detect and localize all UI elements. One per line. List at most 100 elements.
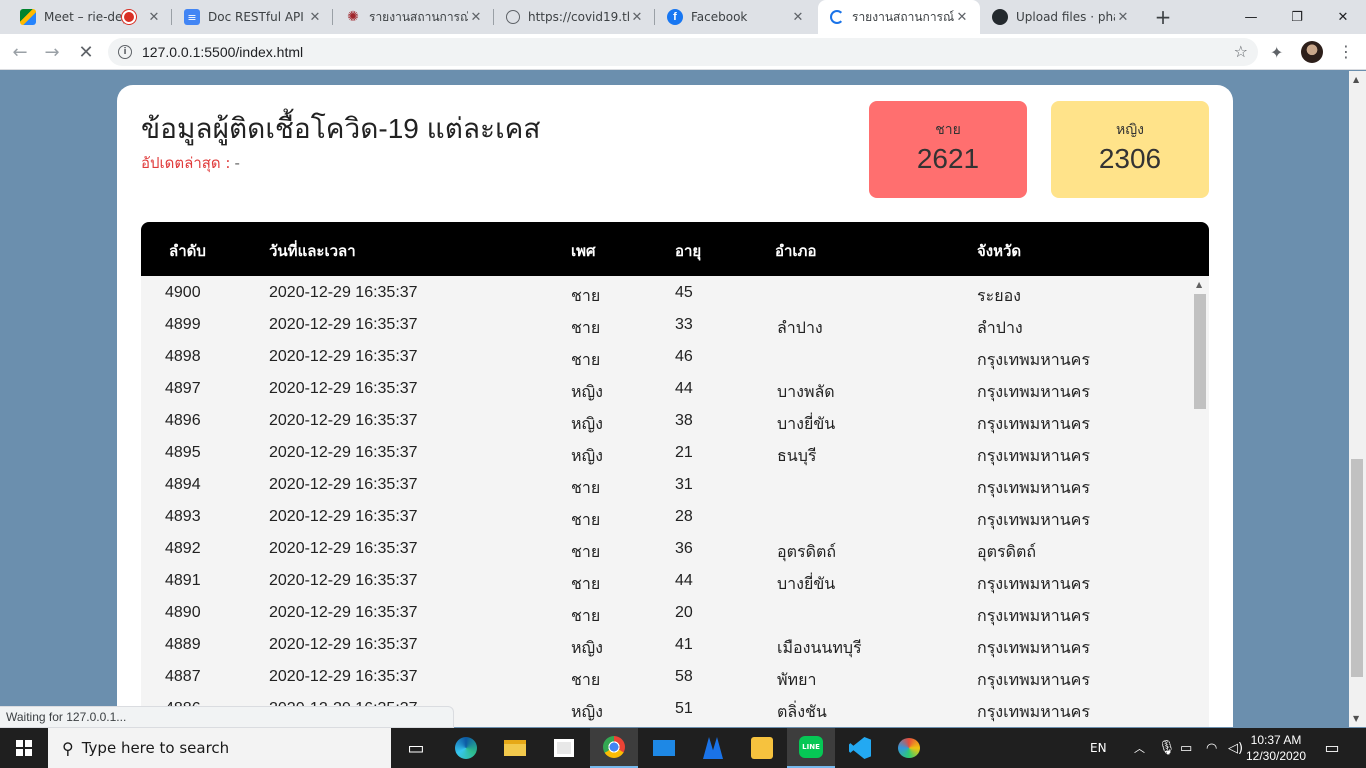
table-scrollbar[interactable]: ▲ ▼: [1191, 276, 1209, 727]
cell-datetime: 2020-12-29 16:35:37: [269, 380, 418, 397]
scroll-up-arrow-icon[interactable]: ▲: [1196, 280, 1202, 289]
cell-province: ลำปาง: [977, 320, 1023, 337]
page-scroll-thumb[interactable]: [1351, 459, 1363, 677]
file-explorer-icon[interactable]: [491, 728, 539, 768]
close-tab-icon[interactable]: ✕: [790, 10, 806, 25]
close-tab-icon[interactable]: ✕: [1115, 10, 1131, 25]
minimize-button[interactable]: —: [1228, 0, 1274, 34]
cell-district: ธนบุรี: [777, 448, 817, 465]
close-tab-icon[interactable]: ✕: [629, 10, 645, 25]
cell-district: อุตรดิตถ์: [777, 544, 837, 561]
microphone-icon[interactable]: 🎙: [1158, 728, 1176, 768]
maximize-button[interactable]: ❐: [1274, 0, 1320, 34]
cell-sex: หญิง: [571, 640, 603, 657]
search-placeholder: Type here to search: [81, 739, 230, 757]
taskbar-search[interactable]: ⚲ Type here to search: [48, 728, 391, 768]
loading-spinner-icon: [830, 10, 844, 24]
table-row: 4898 2020-12-29 16:35:37 ชาย 46 กรุงเทพมหานค…: [141, 340, 1191, 372]
table-row: 4892 2020-12-29 16:35:37 ชาย 36 อุตรดิตถ์ อุต…: [141, 532, 1191, 564]
cell-age: 38: [675, 412, 693, 429]
close-tab-icon[interactable]: ✕: [954, 10, 970, 25]
tab-meet[interactable]: Meet – rie-dep ✕: [8, 0, 172, 34]
tab-doc-restful[interactable]: ≡ Doc RESTful API - ✕: [172, 0, 333, 34]
close-tab-icon[interactable]: ✕: [307, 10, 323, 25]
cell-datetime: 2020-12-29 16:35:37: [269, 636, 418, 653]
paint-icon[interactable]: [885, 728, 933, 768]
close-window-button[interactable]: ✕: [1320, 0, 1366, 34]
cell-datetime: 2020-12-29 16:35:37: [269, 284, 418, 301]
table-scroll-thumb[interactable]: [1194, 294, 1206, 409]
app-icon-2[interactable]: [738, 728, 786, 768]
last-updated: อัปเดตล่าสุด :-: [141, 154, 240, 172]
table-row: 4891 2020-12-29 16:35:37 ชาย 44 บางยี่ขัน กรุ…: [141, 564, 1191, 596]
tab-covid-report[interactable]: ✺ รายงานสถานการณ์โค ✕: [333, 0, 494, 34]
line-icon[interactable]: LINE: [787, 728, 835, 768]
tab-active-report[interactable]: รายงานสถานการณ์ โ ✕: [818, 0, 980, 34]
table-row: 4899 2020-12-29 16:35:37 ชาย 33 ลำปาง ลำปาง: [141, 308, 1191, 340]
url-text[interactable]: 127.0.0.1:5500/index.html: [142, 44, 303, 60]
female-count: 2306: [1098, 143, 1162, 174]
battery-icon[interactable]: ▭: [1180, 728, 1192, 768]
menu-icon[interactable]: ⋮: [1338, 42, 1354, 61]
header-district: อำเภอ: [775, 242, 817, 260]
stop-loading-button[interactable]: ✕: [74, 40, 98, 64]
tab-github-upload[interactable]: Upload files · phay ✕: [980, 0, 1141, 34]
cell-id: 4895: [165, 444, 201, 461]
cell-datetime: 2020-12-29 16:35:37: [269, 508, 418, 525]
page-scroll-up-icon[interactable]: ▲: [1353, 75, 1359, 84]
close-tab-icon[interactable]: ✕: [468, 10, 484, 25]
cell-sex: หญิง: [571, 416, 603, 433]
header-province: จังหวัด: [977, 242, 1022, 260]
page-viewport: ข้อมูลผู้ติดเชื้อโควิด-19 แต่ละเคส อัปเด…: [0, 71, 1349, 727]
cell-province: กรุงเทพมหานคร: [977, 384, 1090, 401]
chevron-up-icon[interactable]: ︿: [1134, 728, 1145, 768]
cell-district: เมืองนนทบุรี: [777, 640, 862, 657]
address-bar[interactable]: i 127.0.0.1:5500/index.html ☆: [108, 38, 1258, 66]
cell-province: กรุงเทพมหานคร: [977, 480, 1090, 497]
edge-icon[interactable]: [442, 728, 490, 768]
back-button[interactable]: ←: [8, 40, 32, 64]
page-scrollbar[interactable]: ▲ ▼: [1349, 71, 1366, 727]
close-tab-icon[interactable]: ✕: [146, 10, 162, 25]
vscode-icon[interactable]: [836, 728, 884, 768]
google-meet-icon: [20, 9, 36, 25]
wifi-icon[interactable]: ◠: [1206, 728, 1217, 768]
cell-age: 20: [675, 604, 693, 621]
header-age: อายุ: [675, 242, 702, 260]
cell-sex: หญิง: [571, 448, 603, 465]
cell-id: 4893: [165, 508, 201, 525]
forward-button[interactable]: →: [40, 40, 64, 64]
tab-covid19-th[interactable]: https://covid19.th- ✕: [494, 0, 655, 34]
cell-sex: ชาย: [571, 352, 601, 369]
mail-icon[interactable]: [640, 728, 688, 768]
cell-age: 36: [675, 540, 693, 557]
cell-age: 21: [675, 444, 693, 461]
tab-facebook[interactable]: f Facebook ✕: [655, 0, 816, 34]
taskbar-clock[interactable]: 10:37 AM 12/30/2020: [1236, 732, 1316, 764]
facebook-icon: f: [667, 9, 683, 25]
info-icon[interactable]: i: [118, 45, 132, 59]
page-scroll-down-icon[interactable]: ▼: [1353, 714, 1359, 723]
cell-datetime: 2020-12-29 16:35:37: [269, 476, 418, 493]
header-sex: เพศ: [571, 242, 596, 260]
table-row: 4894 2020-12-29 16:35:37 ชาย 31 กรุงเทพมหานค…: [141, 468, 1191, 500]
cell-age: 44: [675, 380, 693, 397]
table-row: 4895 2020-12-29 16:35:37 หญิง 21 ธนบุรี กรุงเ…: [141, 436, 1191, 468]
table-row: 4897 2020-12-29 16:35:37 หญิง 44 บางพลัด กรุง…: [141, 372, 1191, 404]
profile-avatar[interactable]: [1301, 41, 1323, 63]
cell-id: 4899: [165, 316, 201, 333]
task-view-icon[interactable]: ▭: [392, 728, 440, 768]
cell-province: กรุงเทพมหานคร: [977, 512, 1090, 529]
extensions-icon[interactable]: ✦: [1270, 43, 1283, 62]
notification-icon[interactable]: ▭: [1322, 738, 1342, 758]
new-tab-button[interactable]: +: [1152, 6, 1174, 28]
store-icon[interactable]: [540, 728, 588, 768]
bookmark-star-icon[interactable]: ☆: [1234, 42, 1248, 61]
cell-id: 4898: [165, 348, 201, 365]
table-body[interactable]: 4900 2020-12-29 16:35:37 ชาย 45 ระยอง 4899 202…: [141, 276, 1191, 727]
app-icon[interactable]: [689, 728, 737, 768]
language-indicator[interactable]: EN: [1090, 728, 1107, 768]
chrome-icon[interactable]: [590, 728, 638, 768]
cell-datetime: 2020-12-29 16:35:37: [269, 444, 418, 461]
start-button[interactable]: [0, 728, 48, 768]
